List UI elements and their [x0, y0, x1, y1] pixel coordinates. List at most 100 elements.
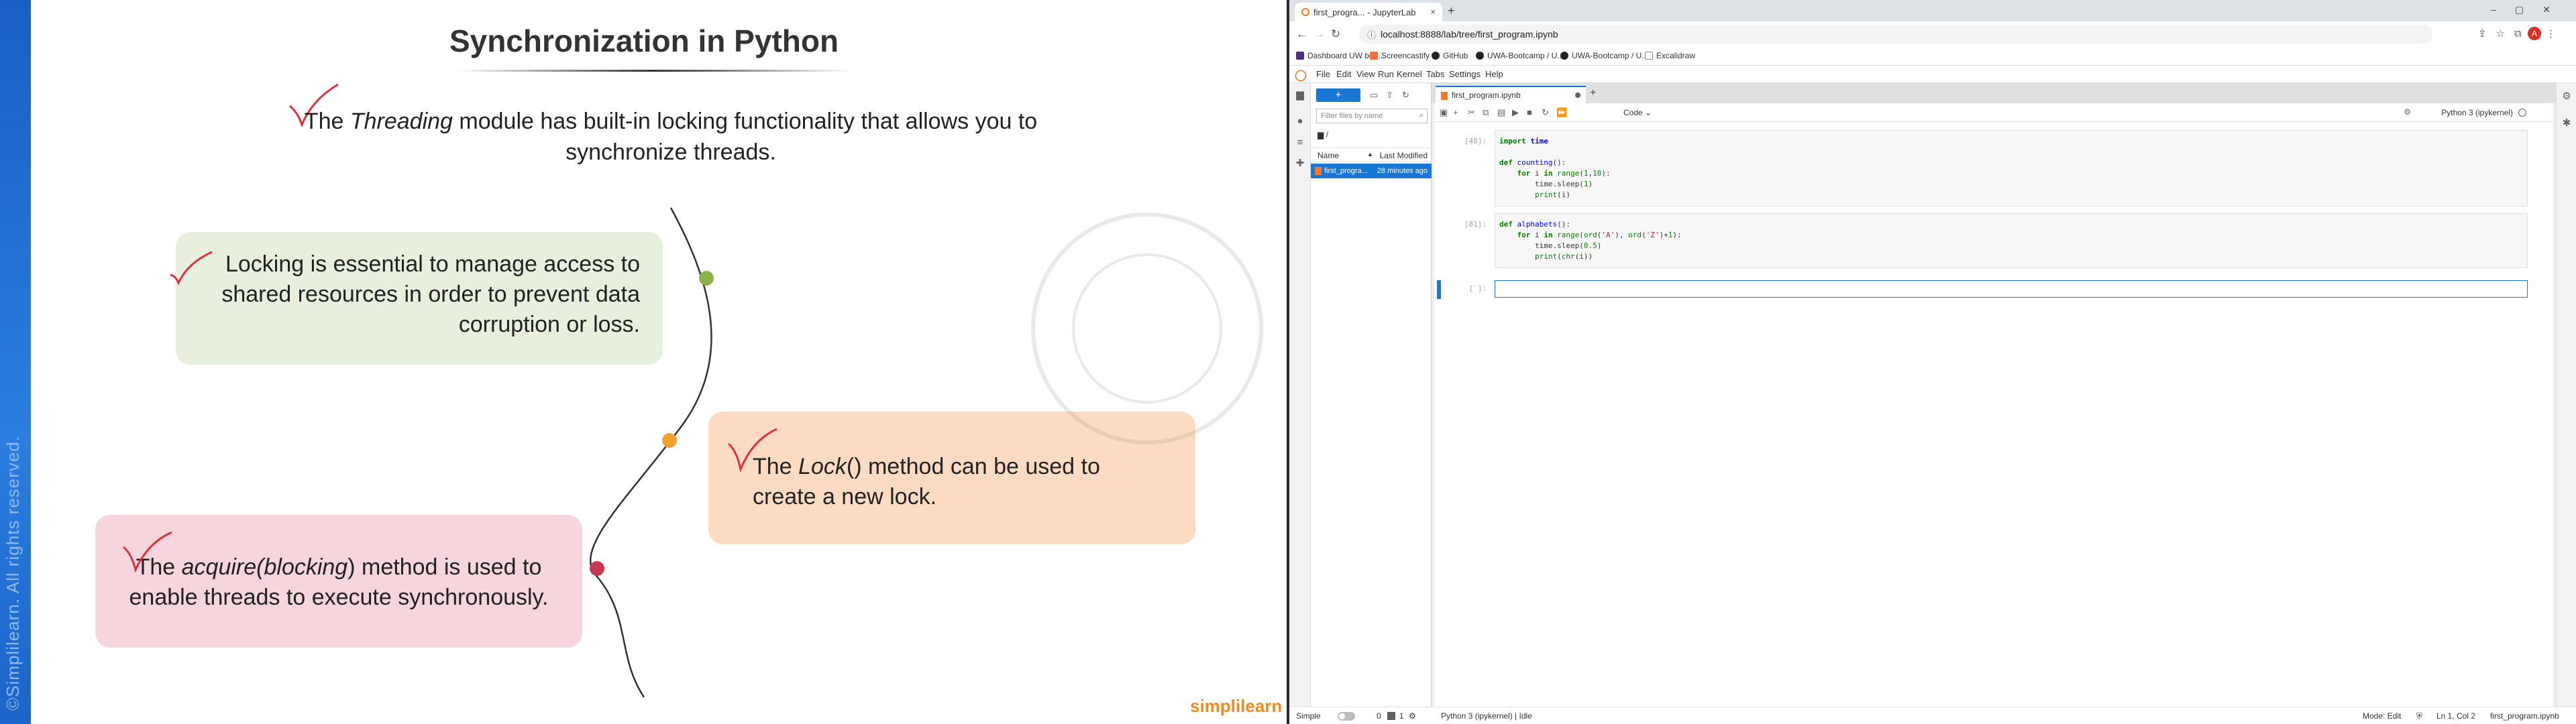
card-locking-text: Locking is essential to manage access to…	[221, 251, 640, 337]
reload-icon[interactable]: ↻	[1331, 27, 1340, 41]
menu-run[interactable]: Run	[1378, 69, 1394, 79]
title-underline	[456, 70, 852, 72]
restart-icon[interactable]: ↻	[1542, 107, 1549, 118]
cell-editor[interactable]	[1495, 280, 2528, 298]
slide-intro-text: The Threading module has built-in lockin…	[282, 106, 1060, 168]
stop-icon[interactable]: ■	[1527, 107, 1532, 117]
add-tab-icon[interactable]: +	[1590, 87, 1596, 99]
bookmark-icon	[1370, 52, 1378, 60]
menu-help[interactable]: Help	[1485, 69, 1503, 79]
check-mark-icon	[122, 531, 172, 573]
file-row[interactable]: first_progra... 28 minutes ago	[1311, 164, 1432, 178]
file-list-header: Name ▲ Last Modified	[1311, 147, 1432, 162]
file-browser: + ▭ ⇧ ↻ Filter files by name ⌕ ▆ / Name ▲…	[1311, 83, 1432, 707]
new-tab-button[interactable]: +	[1448, 4, 1455, 18]
insert-cell-icon[interactable]: +	[1453, 107, 1458, 117]
github-icon	[1476, 52, 1484, 60]
fast-forward-icon[interactable]: ⏩	[1556, 107, 1567, 118]
status-file-name: first_program.ipynb	[2490, 711, 2559, 721]
bookmark-item[interactable]: UWA-Bootcamp / U...	[1476, 51, 1564, 60]
notebook-panel: ▣ + ✂ ⧉ ▤ ▶ ■ ↻ ⏩ Code ⌄ ⚙ Python 3 (ipy…	[1434, 103, 2553, 707]
intro-post: module has built-in locking functionalit…	[452, 109, 1038, 165]
cell-editor[interactable]: import time def counting(): for i in ran…	[1495, 130, 2528, 206]
new-folder-icon[interactable]: ▭	[1370, 90, 1378, 101]
property-inspector-icon[interactable]: ⚙	[2561, 90, 2572, 102]
jupyter-logo-icon: ◯	[1295, 70, 1307, 81]
bookmark-item[interactable]: Excalidraw	[1645, 51, 1695, 60]
card-acquire-italic: acquire(blocking	[181, 554, 348, 580]
bookmark-label: UWA-Bootcamp / U...	[1487, 51, 1564, 60]
watermark-emblem	[1031, 213, 1263, 444]
bookmark-item[interactable]: GitHub	[1432, 51, 1468, 60]
kernel-status[interactable]: Python 3 (ipykernel) | Idle	[1441, 711, 1532, 721]
terminal-count[interactable]: 0	[1377, 711, 1381, 721]
toc-icon[interactable]: ≡	[1295, 137, 1305, 148]
forward-icon[interactable]: →	[1313, 27, 1325, 41]
jupyter-menubar: ◯ File Edit View Run Kernel Tabs Setting…	[1289, 66, 2576, 83]
sort-icon[interactable]: ▲	[1367, 151, 1373, 158]
file-name: first_progra...	[1324, 167, 1368, 175]
cell-editor[interactable]: def alphabets(): for i in range(ord('A')…	[1495, 213, 2528, 268]
debugger-icon[interactable]: ✱	[2561, 117, 2572, 129]
column-name[interactable]: Name	[1318, 151, 1339, 160]
filter-files-input[interactable]: Filter files by name ⌕	[1316, 109, 1428, 123]
cell-prompt: [ ]:	[1468, 284, 1487, 293]
card-lock-italic: Lock	[798, 454, 847, 479]
bug-icon[interactable]: ⚙	[2404, 107, 2411, 117]
kernel-count[interactable]: 1	[1399, 711, 1404, 721]
extension-icon[interactable]: ✚	[1295, 157, 1305, 169]
folder-icon[interactable]: ▆	[1295, 88, 1305, 101]
upload-icon[interactable]: ⇧	[1386, 90, 1393, 101]
kernel-name[interactable]: Python 3 (ipykernel)	[2441, 108, 2513, 117]
running-icon[interactable]: ●	[1295, 115, 1305, 127]
menu-edit[interactable]: Edit	[1336, 69, 1351, 79]
simple-mode-toggle[interactable]	[1338, 712, 1355, 721]
save-icon[interactable]: ▣	[1440, 107, 1448, 118]
cut-icon[interactable]: ✂	[1468, 107, 1475, 118]
notebook-toolbar: ▣ + ✂ ⧉ ▤ ▶ ■ ↻ ⏩ Code ⌄ ⚙ Python 3 (ipy…	[1434, 103, 2553, 122]
cell-type-select[interactable]: Code ⌄	[1619, 106, 1676, 119]
menu-settings[interactable]: Settings	[1449, 69, 1481, 79]
url-field[interactable]: ⓘ localhost:8888/lab/tree/first_program.…	[1359, 25, 2432, 44]
column-last-modified[interactable]: Last Modified	[1380, 151, 1428, 160]
slide-title: Synchronization in Python	[449, 23, 839, 58]
bookmark-item[interactable]: Screencastify	[1370, 51, 1430, 60]
menu-tabs[interactable]: Tabs	[1426, 69, 1444, 79]
file-modified: 28 minutes ago	[1377, 167, 1428, 175]
new-launcher-button[interactable]: +	[1316, 88, 1360, 102]
profile-avatar[interactable]: A	[2528, 27, 2541, 40]
chevron-down-icon: ⌄	[1645, 108, 1652, 117]
window-controls[interactable]: –▢✕	[2491, 4, 2569, 15]
paste-icon[interactable]: ▤	[1497, 107, 1505, 118]
address-bar-row: ← → ↻ ⓘ localhost:8888/lab/tree/first_pr…	[1289, 21, 2576, 47]
notebook-file-icon	[1315, 167, 1322, 175]
info-icon[interactable]: ⓘ	[1367, 28, 1376, 41]
breadcrumb[interactable]: ▆ /	[1318, 130, 1328, 139]
menu-kernel[interactable]: Kernel	[1397, 69, 1422, 79]
notebook-icon	[1441, 92, 1448, 100]
editor-mode: Mode: Edit	[2363, 711, 2402, 721]
menu-view[interactable]: View	[1356, 69, 1375, 79]
bookmark-label: Excalidraw	[1656, 51, 1696, 60]
browser-actions[interactable]: ⇪☆⧉▯⋮	[2478, 27, 2565, 40]
shield-icon: ⛨	[2416, 711, 2423, 721]
bookmark-item[interactable]: UWA-Bootcamp / U...	[1560, 51, 1648, 60]
unsaved-dot-icon[interactable]	[1575, 93, 1580, 98]
refresh-icon[interactable]: ↻	[1402, 90, 1409, 101]
notebook-tabbar: first_program.ipynb +	[1432, 83, 2556, 103]
close-tab-icon[interactable]: ×	[1430, 7, 1436, 17]
simplilearn-logo: simplilearn	[1190, 696, 1283, 716]
jupyterlab-app: ◯ File Edit View Run Kernel Tabs Setting…	[1289, 66, 2576, 724]
bookmark-label: UWA-Bootcamp / U...	[1572, 51, 1649, 60]
notebook-tab[interactable]: first_program.ipynb	[1436, 86, 1586, 103]
filter-placeholder: Filter files by name	[1321, 112, 1383, 120]
intro-pre: The	[304, 109, 350, 134]
run-icon[interactable]: ▶	[1512, 107, 1519, 118]
search-icon: ⌕	[1419, 111, 1424, 119]
menu-file[interactable]: File	[1316, 69, 1330, 79]
copy-icon[interactable]: ⧉	[1483, 107, 1489, 118]
cursor-position[interactable]: Ln 1, Col 2	[2436, 711, 2475, 721]
browser-tab[interactable]: first_progra... - JupyterLab ×	[1295, 3, 1442, 21]
bookmark-icon	[1296, 52, 1304, 60]
back-icon[interactable]: ←	[1296, 27, 1307, 41]
